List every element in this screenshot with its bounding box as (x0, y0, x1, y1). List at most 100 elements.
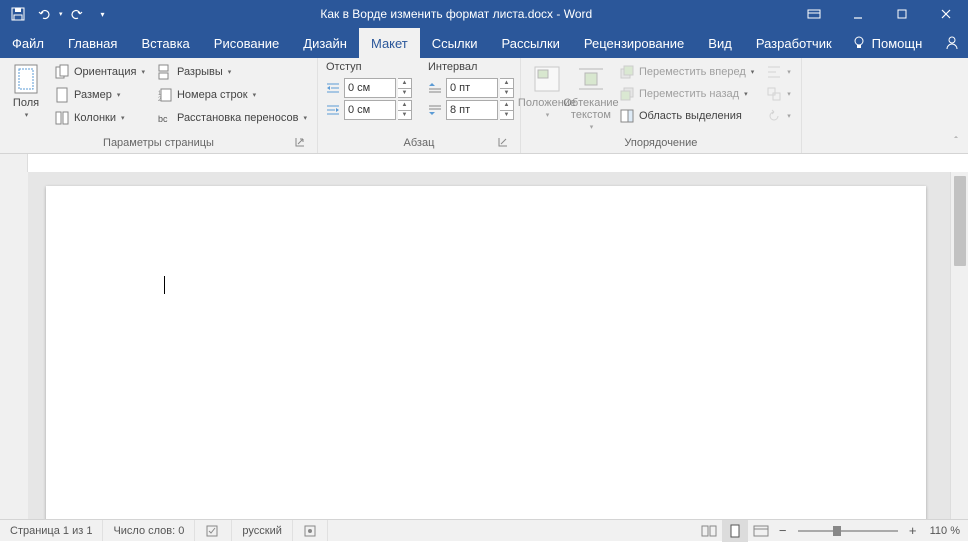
tab-review[interactable]: Рецензирование (572, 28, 696, 58)
tab-mailings[interactable]: Рассылки (490, 28, 572, 58)
tab-file[interactable]: Файл (0, 28, 56, 58)
zoom-in-button[interactable]: + (904, 523, 922, 538)
tab-home[interactable]: Главная (56, 28, 129, 58)
position-button[interactable]: Положение ▾ (527, 61, 567, 135)
spacing-before-down[interactable]: ▼ (500, 89, 513, 98)
macro-icon[interactable] (293, 520, 328, 541)
line-numbers-icon: 12 (157, 87, 173, 103)
breaks-label: Разрывы (177, 66, 223, 78)
arrange-group-label: Упорядочение (527, 135, 795, 151)
margins-label: Поля (13, 97, 39, 109)
document-area (0, 172, 968, 519)
size-icon (54, 87, 70, 103)
spacing-before-up[interactable]: ▲ (500, 79, 513, 89)
line-numbers-button[interactable]: 12 Номера строк▾ (153, 84, 311, 106)
tab-design[interactable]: Дизайн (291, 28, 359, 58)
tab-references[interactable]: Ссылки (420, 28, 490, 58)
language[interactable]: русский (232, 520, 292, 541)
group-paragraph: Отступ 0 см ▲▼ 0 см ▲▼ Интервал 0 пт ▲▼ (318, 58, 521, 153)
collapse-ribbon-icon[interactable]: ˆ (948, 133, 964, 149)
qat-customize-icon[interactable]: ▾ (91, 2, 115, 26)
close-icon[interactable] (924, 0, 968, 28)
selection-pane-label: Область выделения (639, 110, 742, 122)
zoom-thumb[interactable] (833, 526, 841, 536)
group-icon (766, 86, 782, 102)
spacing-before-input[interactable]: 0 пт (446, 78, 498, 98)
spacing-after-icon (426, 101, 444, 119)
align-button: ▾ (762, 61, 795, 83)
bring-forward-button: Переместить вперед▾ (615, 61, 758, 83)
maximize-icon[interactable] (880, 0, 924, 28)
bring-forward-label: Переместить вперед (639, 66, 746, 78)
zoom-value[interactable]: 110 % (922, 525, 968, 537)
breaks-button[interactable]: Разрывы▾ (153, 61, 311, 83)
status-bar: Страница 1 из 1 Число слов: 0 русский − … (0, 519, 968, 541)
word-count[interactable]: Число слов: 0 (103, 520, 195, 541)
window-title: Как в Ворде изменить формат листа.docx -… (121, 7, 792, 21)
page-setup-launcher-icon[interactable] (295, 137, 309, 151)
tab-insert[interactable]: Вставка (129, 28, 201, 58)
tab-draw[interactable]: Рисование (202, 28, 291, 58)
send-backward-label: Переместить назад (639, 88, 739, 100)
svg-text:bc: bc (158, 114, 168, 124)
indent-header: Отступ (324, 61, 412, 77)
zoom-out-button[interactable]: − (774, 523, 792, 538)
indent-right-up[interactable]: ▲ (398, 101, 411, 111)
spell-check-icon[interactable] (195, 520, 232, 541)
indent-left-up[interactable]: ▲ (398, 79, 411, 89)
tab-view[interactable]: Вид (696, 28, 744, 58)
wrap-button[interactable]: Обтекание текстом ▾ (571, 61, 611, 135)
align-icon (766, 64, 782, 80)
ribbon-display-icon[interactable] (792, 0, 836, 28)
indent-right-input[interactable]: 0 см (344, 100, 396, 120)
minimize-icon[interactable] (836, 0, 880, 28)
page-viewport[interactable] (28, 172, 950, 519)
document-page[interactable] (46, 186, 926, 519)
rotate-icon (766, 108, 782, 124)
ruler-horizontal[interactable] (0, 154, 968, 172)
scroll-thumb[interactable] (954, 176, 966, 266)
paragraph-launcher-icon[interactable] (498, 137, 512, 151)
vertical-scrollbar[interactable] (950, 172, 968, 519)
tab-developer[interactable]: Разработчик (744, 28, 844, 58)
breaks-icon (157, 64, 173, 80)
orientation-icon (54, 64, 70, 80)
orientation-label: Ориентация (74, 66, 136, 78)
indent-left-down[interactable]: ▼ (398, 89, 411, 98)
read-mode-icon[interactable] (696, 520, 722, 542)
columns-button[interactable]: Колонки▾ (50, 107, 149, 129)
tell-me[interactable]: Помощн (844, 28, 931, 58)
orientation-button[interactable]: Ориентация▾ (50, 61, 149, 83)
size-label: Размер (74, 89, 112, 101)
hyphenation-button[interactable]: bc Расстановка переносов▾ (153, 107, 311, 129)
spacing-after-input[interactable]: 8 пт (446, 100, 498, 120)
send-backward-icon (619, 86, 635, 102)
undo-dropdown-icon[interactable]: ▾ (59, 10, 63, 18)
share-button[interactable] (936, 28, 968, 58)
line-numbers-label: Номера строк (177, 89, 248, 101)
spacing-after-down[interactable]: ▼ (500, 111, 513, 120)
undo-icon[interactable] (32, 2, 56, 26)
margins-icon (10, 63, 42, 95)
spacing-after-up[interactable]: ▲ (500, 101, 513, 111)
redo-icon[interactable] (65, 2, 89, 26)
margins-button[interactable]: Поля ▾ (6, 61, 46, 135)
zoom-slider[interactable] (798, 520, 898, 542)
page-count[interactable]: Страница 1 из 1 (0, 520, 103, 541)
print-layout-icon[interactable] (722, 520, 748, 542)
indent-left-input[interactable]: 0 см (344, 78, 396, 98)
tab-layout[interactable]: Макет (359, 28, 420, 58)
selection-pane-button[interactable]: Область выделения (615, 105, 758, 127)
size-button[interactable]: Размер▾ (50, 84, 149, 106)
hyphenation-label: Расстановка переносов (177, 112, 298, 124)
indent-right-down[interactable]: ▼ (398, 111, 411, 120)
group-arrange: Положение ▾ Обтекание текстом ▾ Перемест… (521, 58, 802, 153)
indent-left-icon (324, 79, 342, 97)
spacing-header: Интервал (426, 61, 514, 77)
text-cursor (164, 276, 165, 294)
columns-icon (54, 110, 70, 126)
web-layout-icon[interactable] (748, 520, 774, 542)
save-icon[interactable] (6, 2, 30, 26)
ruler-vertical[interactable] (0, 172, 28, 519)
tell-me-label: Помощн (872, 36, 923, 51)
